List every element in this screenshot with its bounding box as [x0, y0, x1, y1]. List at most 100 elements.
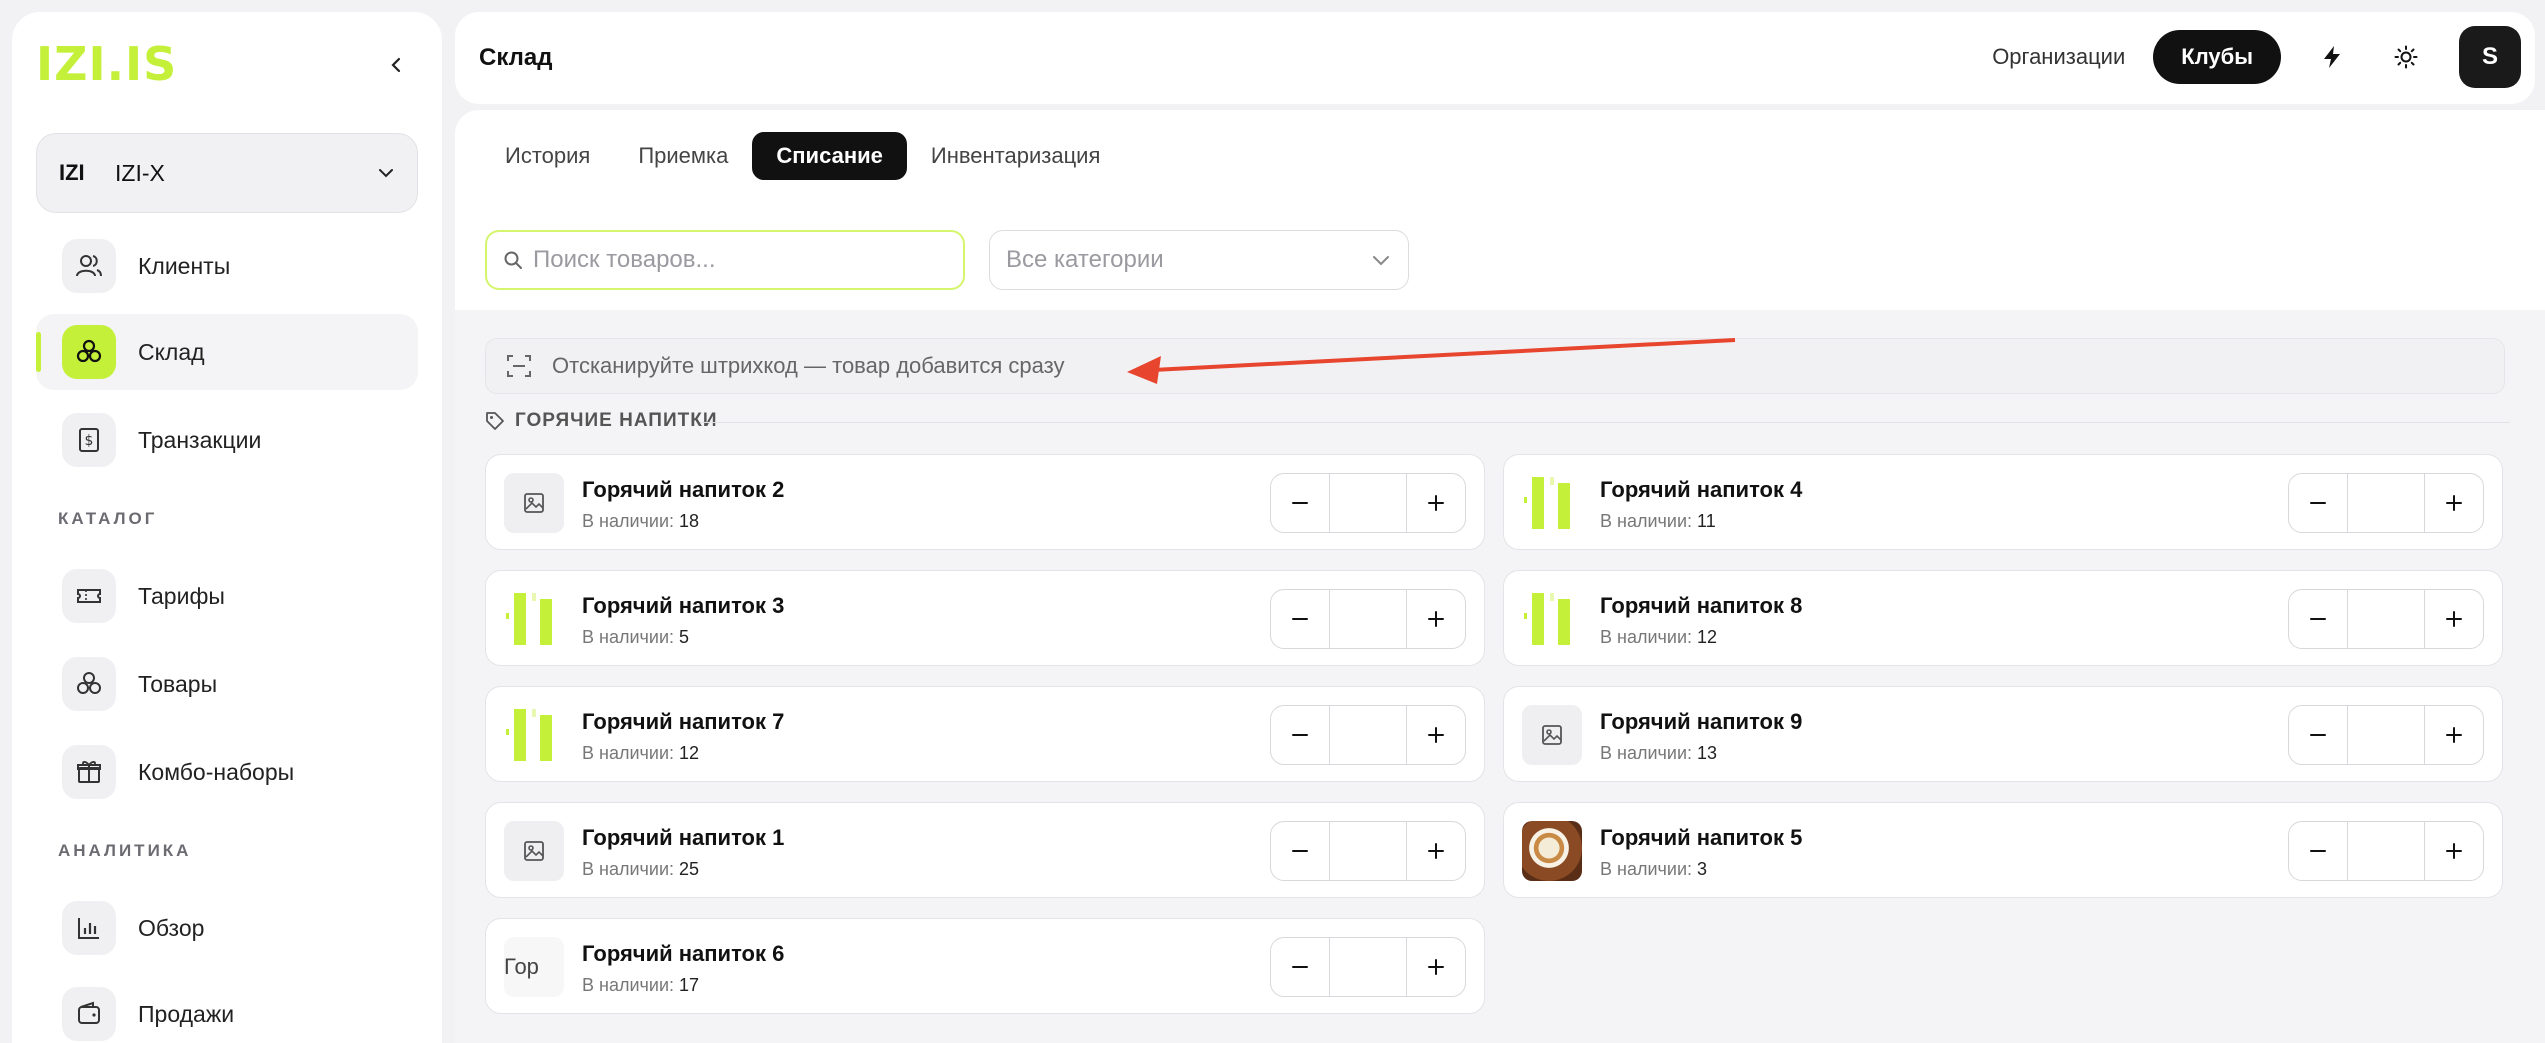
increase-button[interactable] [1407, 822, 1465, 880]
active-indicator [36, 332, 41, 372]
product-thumbnail [504, 705, 564, 765]
quantity-cell [1329, 822, 1407, 880]
product-photo [1522, 821, 1582, 881]
product-stock: В наличии: 5 [582, 627, 689, 648]
increase-button[interactable] [2425, 822, 2483, 880]
sidebar-item-label: Клиенты [138, 252, 231, 279]
product-card[interactable]: Горячий напиток 2 В наличии: 18 [485, 454, 1485, 550]
sidebar-item-label: Продажи [138, 1000, 235, 1027]
product-name: Горячий напиток 3 [582, 593, 785, 618]
tab-write-off[interactable]: Списание [752, 132, 907, 180]
tab-inventory[interactable]: Инвентаризация [907, 132, 1125, 180]
clubs-button[interactable]: Клубы [2153, 30, 2281, 84]
chevron-left-icon [391, 57, 401, 73]
quick-actions-button[interactable] [2305, 30, 2359, 84]
org-name: IZI-X [115, 159, 165, 186]
stock-label: В наличии: [1600, 859, 1693, 879]
increase-button[interactable] [1407, 706, 1465, 764]
top-header: Склад Организации Клубы S [455, 12, 2535, 104]
product-card[interactable]: Гор Горячий напиток 6 В наличии: 17 [485, 918, 1485, 1014]
product-card[interactable]: Горячий напиток 4 В наличии: 11 [1503, 454, 2503, 550]
quantity-stepper [1270, 705, 1466, 765]
tab-history[interactable]: История [481, 132, 614, 180]
decrease-button[interactable] [1271, 938, 1329, 996]
stock-value: 12 [679, 743, 700, 763]
increase-button[interactable] [2425, 590, 2483, 648]
org-logo: IZI [59, 160, 85, 185]
decrease-button[interactable] [1271, 474, 1329, 532]
page-title: Склад [479, 44, 553, 71]
plus-icon [2446, 495, 2462, 511]
decrease-button[interactable] [1271, 706, 1329, 764]
sidebar-item-overview[interactable]: Обзор [36, 890, 418, 966]
collapse-sidebar-button[interactable] [380, 48, 414, 82]
sidebar-item-transactions[interactable]: $ Транзакции [36, 402, 418, 478]
quantity-stepper [1270, 821, 1466, 881]
sidebar-item-combo-sets[interactable]: Комбо-наборы [36, 734, 418, 810]
quantity-input[interactable] [1330, 474, 1406, 532]
product-stock: В наличии: 11 [1600, 511, 1716, 532]
plus-icon [1428, 727, 1444, 743]
product-card[interactable]: Горячий напиток 1 В наличии: 25 [485, 802, 1485, 898]
sidebar-item-label: Товары [138, 670, 218, 697]
theme-toggle-button[interactable] [2379, 30, 2433, 84]
image-placeholder-icon [524, 841, 544, 861]
logo[interactable]: IZI.IS [36, 34, 177, 94]
decrease-button[interactable] [1271, 590, 1329, 648]
quantity-cell [2347, 590, 2425, 648]
quantity-input[interactable] [2348, 706, 2424, 764]
user-avatar[interactable]: S [2459, 26, 2521, 88]
minus-icon [2310, 850, 2326, 852]
search-input[interactable] [533, 246, 953, 274]
quantity-cell [1329, 474, 1407, 532]
quantity-input[interactable] [1330, 706, 1406, 764]
sidebar-item-clients[interactable]: Клиенты [36, 228, 418, 304]
increase-button[interactable] [2425, 474, 2483, 532]
increase-button[interactable] [2425, 706, 2483, 764]
product-thumbnail [504, 821, 564, 881]
decrease-button[interactable] [2289, 590, 2347, 648]
decrease-button[interactable] [2289, 822, 2347, 880]
quantity-input[interactable] [1330, 822, 1406, 880]
increase-button[interactable] [1407, 474, 1465, 532]
product-stock: В наличии: 12 [582, 743, 699, 764]
organization-switcher[interactable]: IZI IZI-X [36, 133, 418, 213]
product-stock: В наличии: 18 [582, 511, 699, 532]
minus-icon [1292, 618, 1308, 620]
decrease-button[interactable] [2289, 474, 2347, 532]
product-card[interactable]: Горячий напиток 9 В наличии: 13 [1503, 686, 2503, 782]
tab-receiving[interactable]: Приемка [614, 132, 752, 180]
category-select[interactable]: Все категории [989, 230, 1409, 290]
decrease-button[interactable] [2289, 706, 2347, 764]
organizations-link[interactable]: Организации [1992, 44, 2125, 70]
quantity-input[interactable] [1330, 590, 1406, 648]
search-field [485, 230, 965, 290]
sidebar-item-sales[interactable]: Продажи [36, 976, 418, 1043]
quantity-input[interactable] [1330, 938, 1406, 996]
product-card[interactable]: Горячий напиток 3 В наличии: 5 [485, 570, 1485, 666]
sidebar: IZI.IS IZI IZI-X Клиенты Склад $ Транзак… [12, 12, 442, 1043]
product-card[interactable]: Горячий напиток 7 В наличии: 12 [485, 686, 1485, 782]
minus-icon [2310, 618, 2326, 620]
sidebar-item-label: Обзор [138, 914, 205, 941]
sidebar-item-products[interactable]: Товары [36, 646, 418, 722]
plus-icon [1428, 843, 1444, 859]
increase-button[interactable] [1407, 938, 1465, 996]
quantity-cell [1329, 590, 1407, 648]
sidebar-item-tariffs[interactable]: Тарифы [36, 558, 418, 634]
increase-button[interactable] [1407, 590, 1465, 648]
quantity-input[interactable] [2348, 474, 2424, 532]
stock-label: В наличии: [582, 975, 675, 995]
search-icon [504, 251, 522, 269]
broken-image-alt: Гор [504, 954, 539, 979]
quantity-input[interactable] [2348, 590, 2424, 648]
decrease-button[interactable] [1271, 822, 1329, 880]
stock-value: 25 [679, 859, 700, 879]
quantity-input[interactable] [2348, 822, 2424, 880]
product-card[interactable]: Горячий напиток 5 В наличии: 3 [1503, 802, 2503, 898]
product-card[interactable]: Горячий напиток 8 В наличии: 12 [1503, 570, 2503, 666]
sidebar-item-warehouse[interactable]: Склад [36, 314, 418, 390]
image-placeholder-icon [1542, 725, 1562, 745]
group-title-text: ГОРЯЧИЕ НАПИТКИ [515, 410, 718, 431]
plus-icon [2446, 727, 2462, 743]
